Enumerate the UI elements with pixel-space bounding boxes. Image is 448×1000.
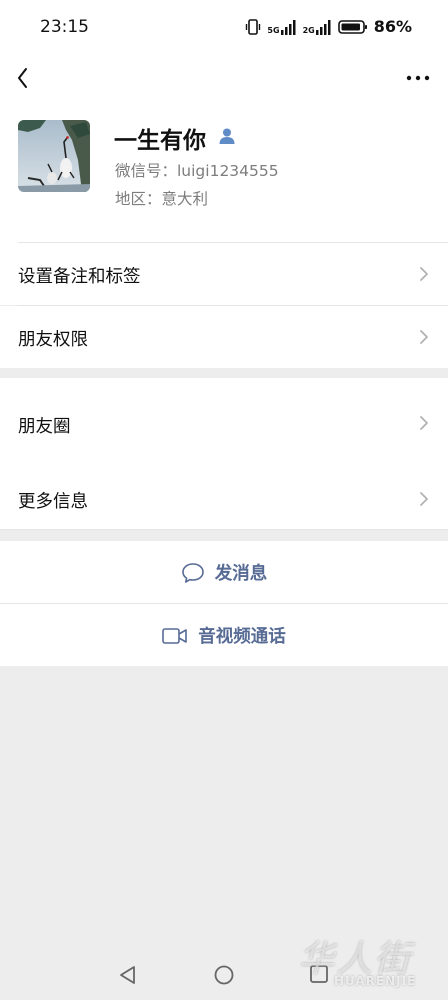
video-call-label: 音视频通话 [198, 627, 286, 647]
chevron-right-icon [420, 416, 428, 430]
back-arrow-icon[interactable] [14, 64, 42, 92]
divider [0, 529, 448, 530]
contact-name: 一生有你 [114, 128, 206, 154]
row-label: 设置备注和标签 [18, 267, 141, 287]
nav-back-icon[interactable] [117, 964, 139, 986]
more-options-icon[interactable] [406, 66, 430, 90]
chevron-right-icon [420, 267, 428, 281]
send-message-button[interactable]: 发消息 [0, 541, 448, 603]
vibrate-icon [246, 18, 261, 35]
region: 地区：意大利 [115, 190, 209, 208]
top-nav [0, 56, 448, 100]
status-time: 23:15 [40, 17, 89, 37]
status-icons: 5G 2G 86% [245, 17, 412, 36]
status-bar: 23:15 5G 2G 86% [0, 0, 448, 56]
row-label: 朋友权限 [18, 330, 88, 350]
row-more-info[interactable]: 更多信息 [0, 468, 448, 530]
chevron-right-icon [420, 492, 428, 506]
battery-icon [337, 19, 367, 34]
row-label: 朋友圈 [18, 417, 71, 437]
person-icon [219, 128, 235, 144]
profile-header: 一生有你 微信号：luigi1234555 地区：意大利 [0, 100, 448, 243]
row-friend-permissions[interactable]: 朋友权限 [0, 306, 448, 368]
row-moments[interactable]: 朋友圈 [0, 378, 448, 468]
avatar[interactable] [18, 120, 90, 192]
row-label: 更多信息 [18, 492, 88, 512]
watermark-logo: 华人街 HUARENJIE [296, 930, 442, 994]
send-message-label: 发消息 [214, 564, 268, 584]
row-remarks-tags[interactable]: 设置备注和标签 [0, 243, 448, 305]
wechat-id: 微信号：luigi1234555 [115, 162, 279, 180]
video-camera-icon [162, 627, 188, 644]
chevron-right-icon [420, 330, 428, 344]
signal-2g-icon: 2G [303, 19, 332, 35]
chat-bubble-icon [181, 562, 204, 583]
video-call-button[interactable]: 音视频通话 [0, 604, 448, 666]
battery-percent: 86% [373, 17, 412, 36]
watermark-subtext: HUARENJIE [334, 974, 417, 988]
signal-5g-icon: 5G [267, 19, 296, 35]
nav-home-icon[interactable] [213, 964, 235, 986]
